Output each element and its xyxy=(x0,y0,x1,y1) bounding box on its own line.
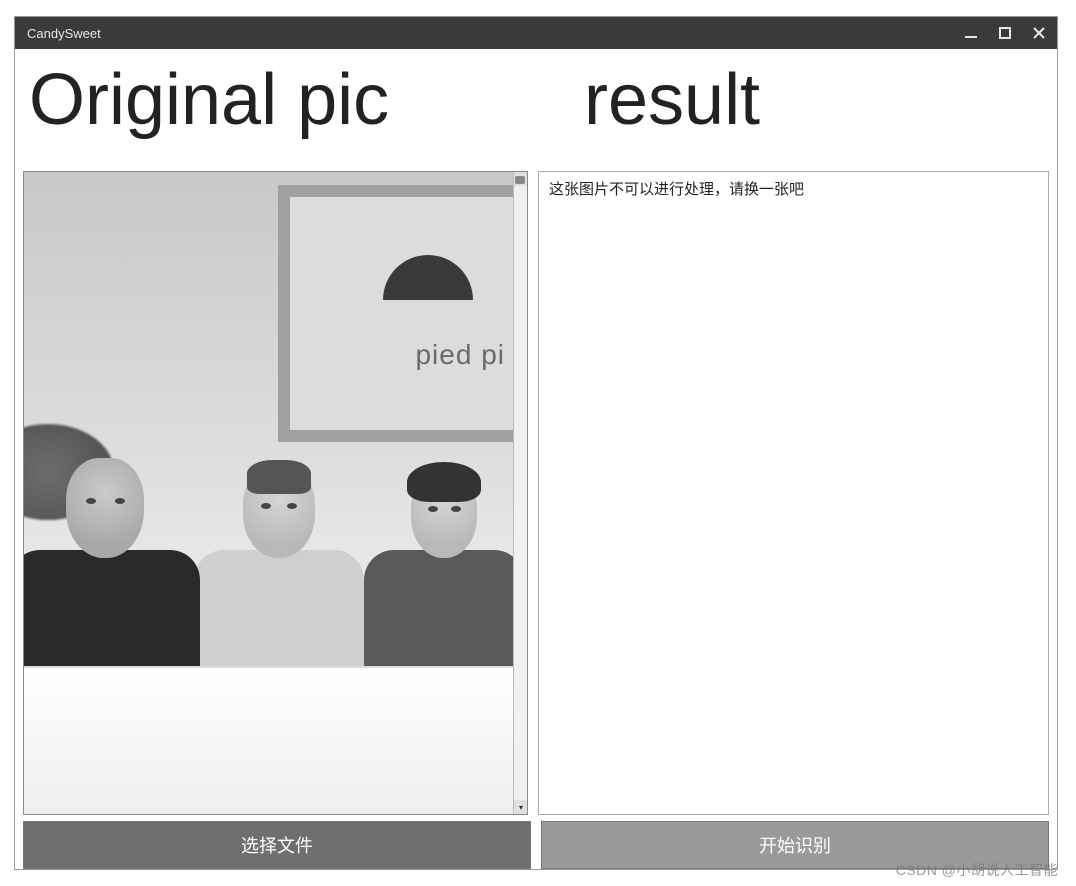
select-file-button[interactable]: 选择文件 xyxy=(23,821,531,869)
close-icon xyxy=(1032,26,1046,40)
photo-frame-decor xyxy=(278,185,513,442)
result-output-panel[interactable]: 这张图片不可以进行处理，请换一张吧 xyxy=(538,171,1049,815)
title-bar: CandySweet xyxy=(15,17,1057,49)
heading-result: result xyxy=(494,61,1049,140)
button-row: 选择文件 开始识别 xyxy=(23,821,1049,869)
photo-logo-text: pied pi xyxy=(415,339,505,371)
minimize-icon xyxy=(964,26,978,40)
close-button[interactable] xyxy=(1029,23,1049,43)
panel-headers: Original pic result xyxy=(23,61,1049,171)
scroll-down-icon[interactable]: ▾ xyxy=(514,800,528,814)
photo-desk-decor xyxy=(24,666,513,814)
heading-original: Original pic xyxy=(23,61,494,140)
window-controls xyxy=(961,23,1049,43)
panels-row: pied pi ▴ ▾ xyxy=(23,171,1049,815)
content-area: Original pic result pied pi xyxy=(15,49,1057,869)
result-text: 这张图片不可以进行处理，请换一张吧 xyxy=(549,178,1038,202)
app-window: CandySweet Original pic result pied xyxy=(14,16,1058,870)
original-image: pied pi xyxy=(24,172,513,814)
window-title: CandySweet xyxy=(27,26,101,41)
maximize-icon xyxy=(998,26,1012,40)
minimize-button[interactable] xyxy=(961,23,981,43)
scrollbar-thumb[interactable] xyxy=(515,176,525,184)
original-image-panel: pied pi ▴ ▾ xyxy=(23,171,528,815)
maximize-button[interactable] xyxy=(995,23,1015,43)
start-recognize-button[interactable]: 开始识别 xyxy=(541,821,1049,869)
image-scrollbar[interactable]: ▴ ▾ xyxy=(513,172,527,814)
